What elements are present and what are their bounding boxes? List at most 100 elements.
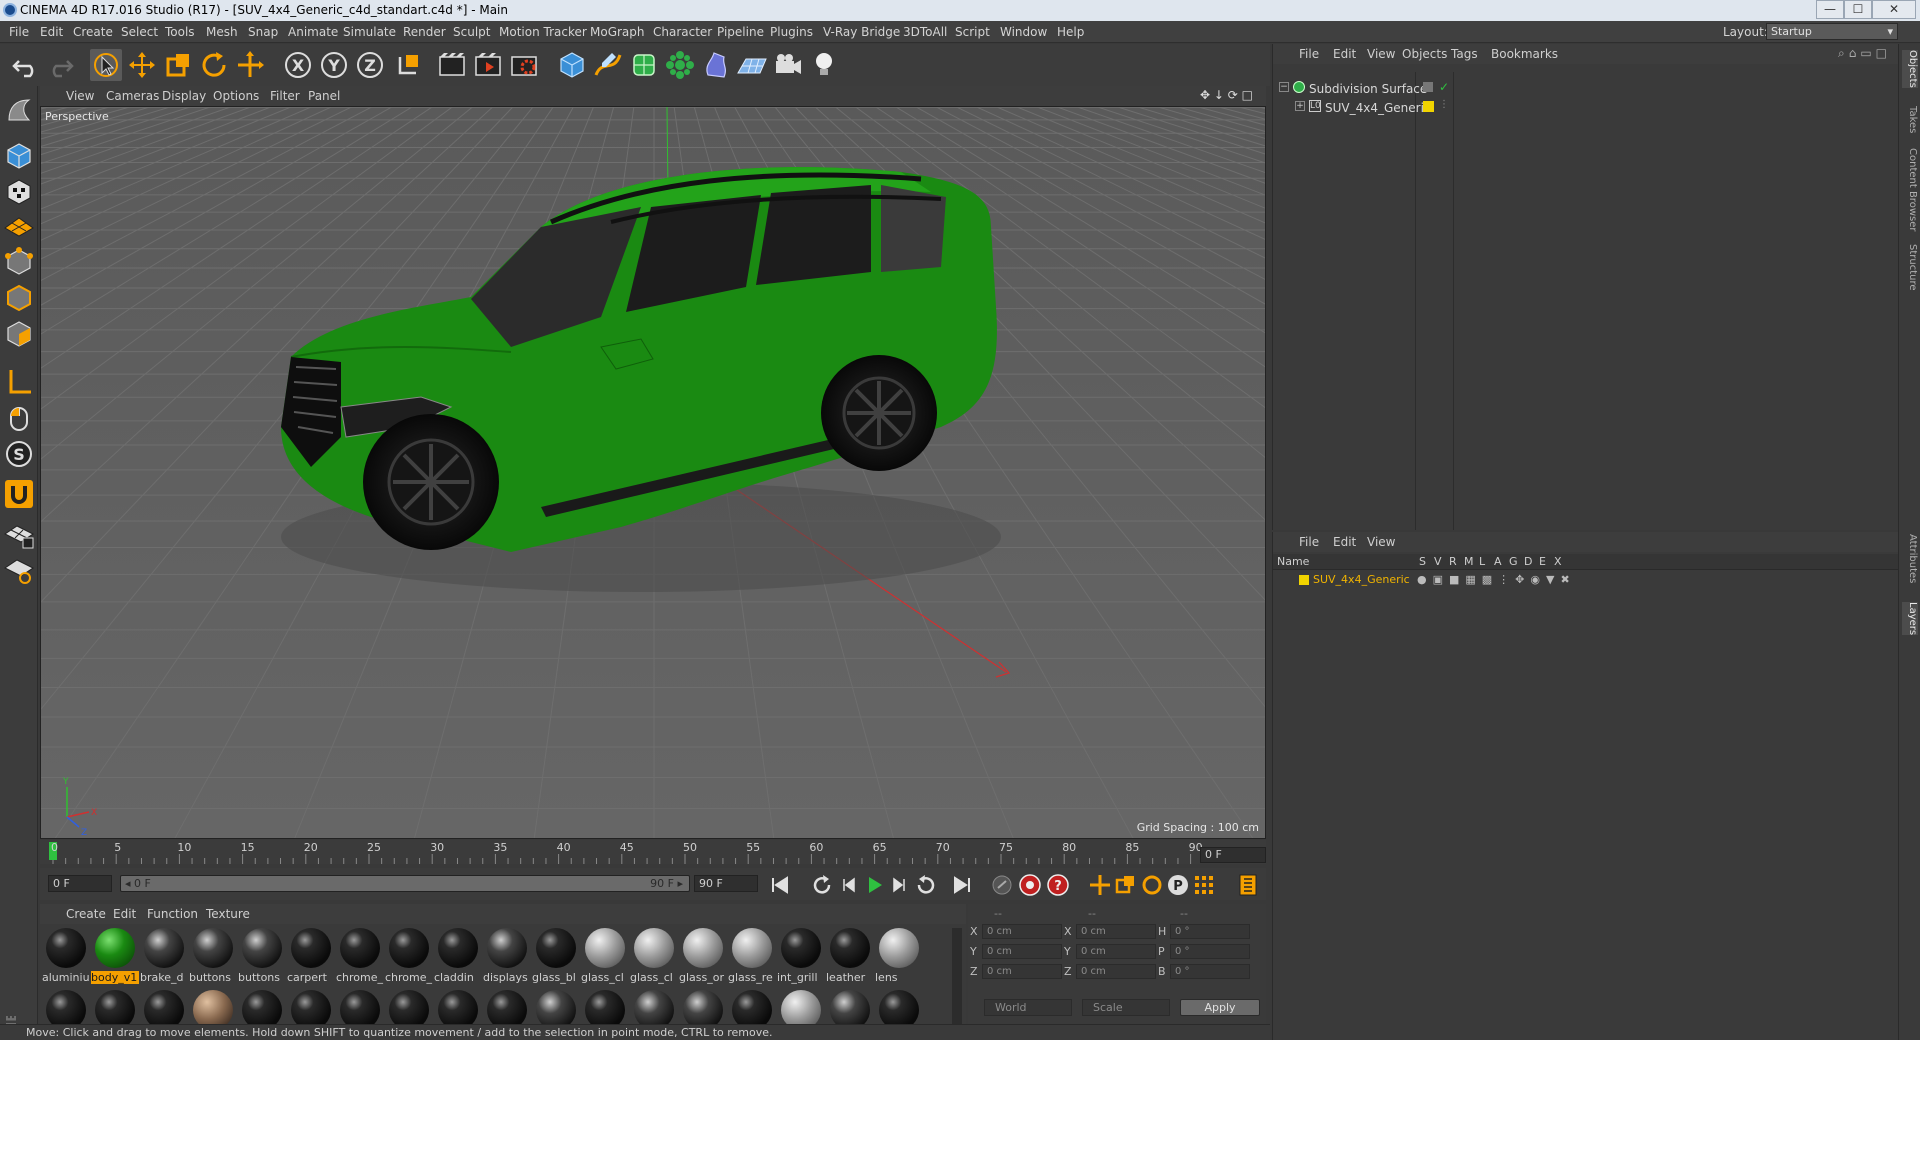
timeline-window-icon[interactable] bbox=[1236, 873, 1260, 897]
menu-simulate[interactable]: Simulate bbox=[343, 25, 396, 39]
array-icon[interactable] bbox=[664, 49, 696, 81]
material-item[interactable]: chrome_ bbox=[385, 926, 432, 986]
layer-color-icon[interactable] bbox=[1423, 101, 1434, 112]
material-menu-create[interactable]: Create bbox=[66, 907, 106, 921]
material-item[interactable]: glass_cl bbox=[581, 926, 627, 986]
layer-header-a[interactable]: A bbox=[1494, 555, 1502, 568]
coord-field-z[interactable]: 0 cm bbox=[982, 964, 1062, 979]
material-menu-texture[interactable]: Texture bbox=[206, 907, 250, 921]
coord-field-x[interactable]: 0 cm bbox=[1076, 924, 1156, 939]
tab-attributes[interactable]: Attributes bbox=[1902, 534, 1918, 583]
material-item[interactable]: buttons bbox=[189, 926, 235, 986]
close-button[interactable]: ✕ bbox=[1872, 0, 1916, 19]
autokey-icon[interactable] bbox=[1018, 873, 1042, 897]
menu-create[interactable]: Create bbox=[73, 25, 113, 39]
key-parameter-icon[interactable]: P bbox=[1166, 873, 1190, 897]
previous-frame-icon[interactable] bbox=[836, 873, 860, 897]
layer-name[interactable]: SUV_4x4_Generic bbox=[1313, 573, 1410, 586]
key-rotation-icon[interactable] bbox=[1140, 873, 1164, 897]
material-menu-edit[interactable]: Edit bbox=[113, 907, 136, 921]
apply-button[interactable]: Apply bbox=[1180, 999, 1260, 1016]
coord-field-p[interactable]: 0 ° bbox=[1170, 944, 1250, 959]
current-frame-field[interactable]: 0 F bbox=[1200, 847, 1266, 863]
transform-icon[interactable] bbox=[234, 49, 266, 81]
viewport-menu-panel[interactable]: Panel bbox=[308, 89, 340, 103]
layer-header-g[interactable]: G bbox=[1509, 555, 1518, 568]
layer-menu-file[interactable]: File bbox=[1299, 535, 1319, 549]
menu-3dtoall[interactable]: 3DToAll bbox=[903, 25, 947, 39]
key-scale-icon[interactable] bbox=[1114, 873, 1138, 897]
z-axis-icon[interactable]: Z bbox=[354, 49, 386, 81]
undo-icon[interactable] bbox=[10, 49, 42, 81]
y-axis-icon[interactable]: Y bbox=[318, 49, 350, 81]
material-item[interactable]: glass_re bbox=[728, 926, 774, 986]
coordinate-system-icon[interactable] bbox=[392, 49, 424, 81]
workplane-mode-icon[interactable] bbox=[3, 208, 35, 240]
material-selected[interactable]: body_v1 bbox=[91, 926, 139, 986]
deformer-icon[interactable] bbox=[700, 49, 732, 81]
object-menu-tags[interactable]: Tags bbox=[1451, 47, 1478, 61]
points-mode-icon[interactable] bbox=[3, 246, 35, 278]
expand-icon[interactable]: + bbox=[1295, 101, 1305, 111]
texture-mode-icon[interactable] bbox=[3, 176, 35, 208]
timeline-ruler[interactable]: 0 5 10 15 20 25 30 35 40 45 50 55 60 65 70 75 80 85 90 bbox=[40, 840, 1266, 864]
coordinate-system-dropdown[interactable]: World bbox=[984, 999, 1072, 1016]
camera-icon[interactable] bbox=[772, 49, 804, 81]
menu-select[interactable]: Select bbox=[121, 25, 158, 39]
layer-menu-view[interactable]: View bbox=[1367, 535, 1395, 549]
object-menu-objects[interactable]: Objects bbox=[1402, 47, 1447, 61]
keyframe-selection-icon[interactable]: ? bbox=[1046, 873, 1070, 897]
material-item[interactable]: glass_bl bbox=[532, 926, 578, 986]
object-row-subdivision-surface[interactable]: − Subdivision Surface ✓ bbox=[1273, 80, 1899, 98]
coord-field-z[interactable]: 0 cm bbox=[1076, 964, 1156, 979]
viewport-menu-cameras[interactable]: Cameras bbox=[106, 89, 159, 103]
polygons-mode-icon[interactable] bbox=[3, 318, 35, 350]
menu-script[interactable]: Script bbox=[955, 25, 990, 39]
go-to-end-icon[interactable] bbox=[950, 873, 974, 897]
next-frame-icon[interactable] bbox=[888, 873, 912, 897]
perspective-viewport[interactable]: Y X Z Perspective Grid Spacing : 100 cm bbox=[40, 106, 1266, 839]
record-keys-icon[interactable] bbox=[990, 873, 1014, 897]
layer-header-s[interactable]: S bbox=[1419, 555, 1426, 568]
layout-dropdown[interactable]: Startup ▾ bbox=[1766, 23, 1898, 40]
render-view-icon[interactable] bbox=[436, 49, 468, 81]
material-item[interactable]: chrome_ bbox=[336, 926, 383, 986]
scale-icon[interactable] bbox=[162, 49, 194, 81]
menu-file[interactable]: File bbox=[9, 25, 29, 39]
tab-content-browser[interactable]: Content Browser bbox=[1902, 148, 1918, 231]
locked-workplane-icon[interactable] bbox=[3, 518, 35, 550]
rotate-icon[interactable] bbox=[198, 49, 230, 81]
object-menu-file[interactable]: File bbox=[1299, 47, 1319, 61]
menu-motion-tracker[interactable]: Motion Tracker bbox=[499, 25, 587, 39]
magnet-icon[interactable] bbox=[3, 478, 35, 510]
key-point-level-icon[interactable] bbox=[1192, 873, 1216, 897]
object-menu-bookmarks[interactable]: Bookmarks bbox=[1491, 47, 1558, 61]
viewport-menu-display[interactable]: Display bbox=[162, 89, 206, 103]
viewport-navigation-icons[interactable]: ✥ ↓ ⟳ □ bbox=[1200, 88, 1253, 102]
menu-vray-bridge[interactable]: V-Ray Bridge bbox=[823, 25, 900, 39]
menu-edit[interactable]: Edit bbox=[40, 25, 63, 39]
maximize-button[interactable]: ☐ bbox=[1844, 0, 1872, 19]
search-icon[interactable]: ⌕⌂▭□ bbox=[1838, 46, 1891, 61]
loop-icon[interactable] bbox=[810, 873, 834, 897]
viewport-menu-filter[interactable]: Filter bbox=[270, 89, 300, 103]
menu-snap[interactable]: Snap bbox=[248, 25, 278, 39]
menu-window[interactable]: Window bbox=[1000, 25, 1047, 39]
layer-header-e[interactable]: E bbox=[1539, 555, 1546, 568]
object-row-suv[interactable]: + L0 SUV_4x4_Generic ⋮ bbox=[1273, 99, 1899, 117]
material-item[interactable]: buttons bbox=[238, 926, 284, 986]
viewport-menu-view[interactable]: View bbox=[66, 89, 94, 103]
layer-header-r[interactable]: R bbox=[1449, 555, 1457, 568]
object-name[interactable]: SUV_4x4_Generic bbox=[1325, 101, 1431, 115]
menu-character[interactable]: Character bbox=[653, 25, 712, 39]
planar-workplane-icon[interactable] bbox=[3, 554, 35, 586]
menu-help[interactable]: Help bbox=[1057, 25, 1084, 39]
render-picture-viewer-icon[interactable] bbox=[472, 49, 504, 81]
menu-pipeline[interactable]: Pipeline bbox=[717, 25, 764, 39]
x-axis-icon[interactable]: X bbox=[282, 49, 314, 81]
object-menu-edit[interactable]: Edit bbox=[1333, 47, 1356, 61]
layer-menu-edit[interactable]: Edit bbox=[1333, 535, 1356, 549]
material-item[interactable]: displays bbox=[483, 926, 529, 986]
material-item[interactable]: carpert bbox=[287, 926, 333, 986]
coord-field-b[interactable]: 0 ° bbox=[1170, 964, 1250, 979]
